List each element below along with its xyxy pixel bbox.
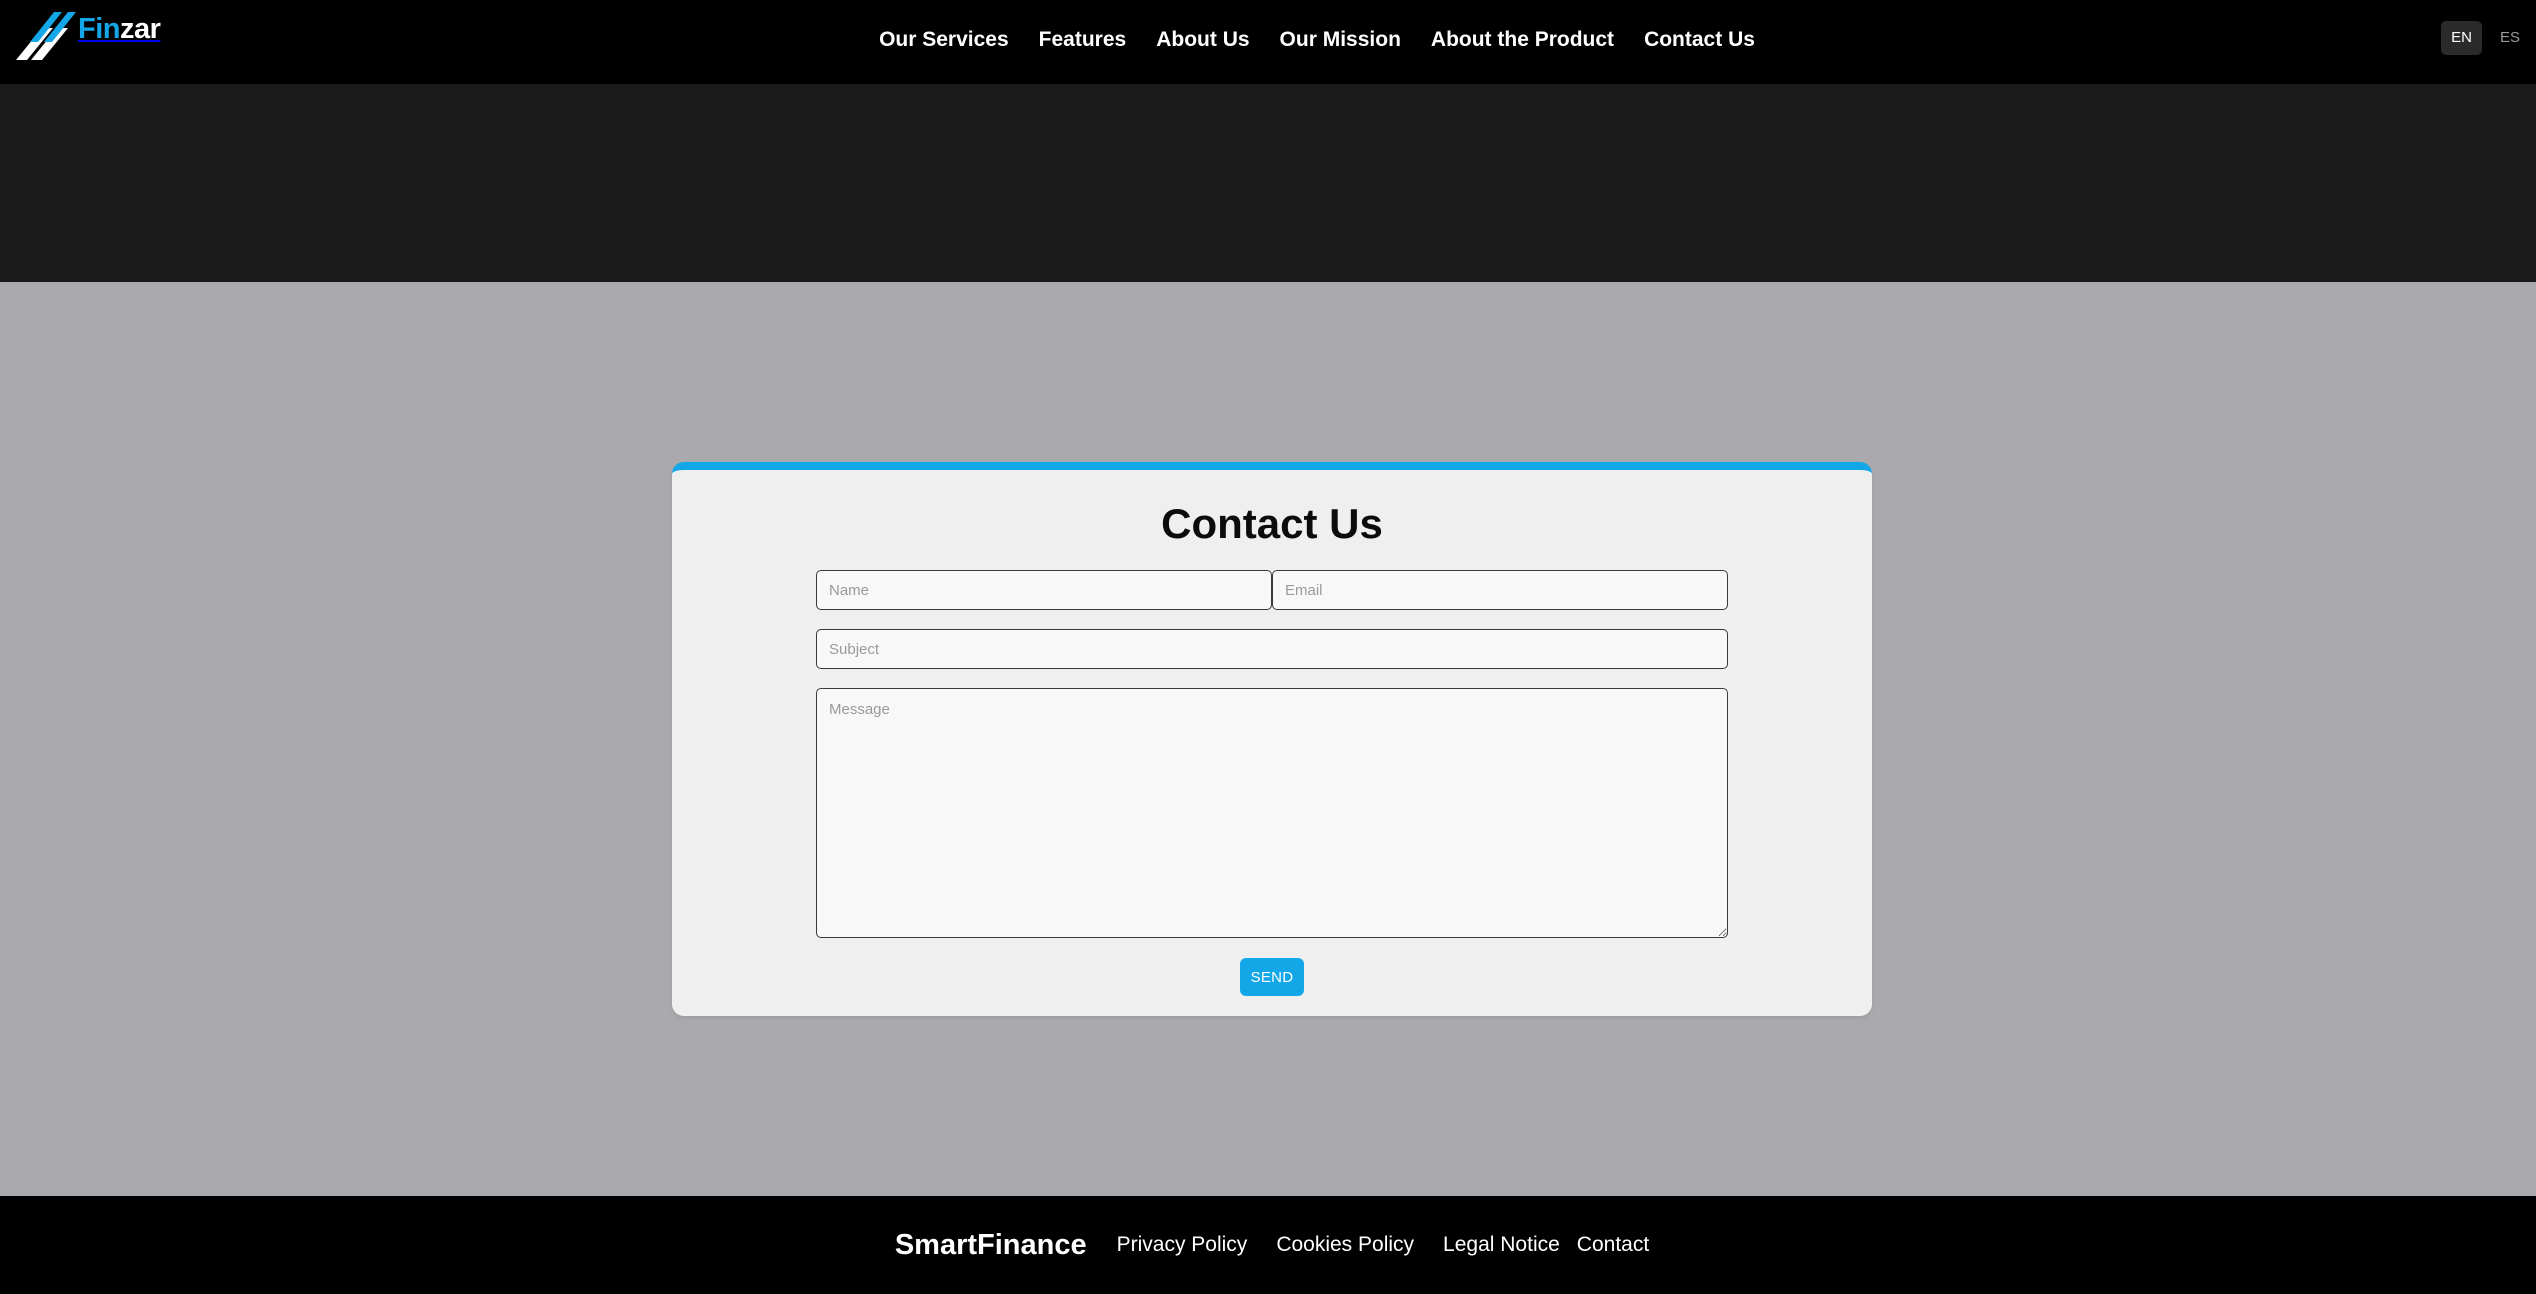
send-button[interactable]: SEND [1240,958,1304,996]
language-button-es[interactable]: ES [2490,21,2530,55]
footer-brand: SmartFinance [894,1228,1087,1261]
nav-item-our-mission[interactable]: Our Mission [1280,28,1401,52]
logo-text-fin: Fin [78,12,121,45]
nav-item-our-services[interactable]: Our Services [879,28,1009,52]
language-button-en[interactable]: EN [2441,21,2482,55]
email-input[interactable] [1272,570,1728,610]
footer-link-privacy-policy[interactable]: Privacy Policy [1117,1233,1248,1257]
contact-form-card: Contact Us SEND [672,462,1872,1016]
logo-text: Finzar [78,12,161,46]
finzar-slash-logo-icon [16,12,76,60]
footer-link-legal-notice[interactable]: Legal Notice [1443,1233,1560,1257]
nav-item-about-us[interactable]: About Us [1156,28,1249,52]
name-input[interactable] [816,570,1272,610]
footer-link-contact[interactable]: Contact [1577,1233,1649,1257]
message-textarea[interactable] [816,688,1728,938]
language-switcher: EN ES [2441,21,2530,55]
footer: SmartFinance Privacy Policy Cookies Poli… [0,1196,2536,1294]
contact-title: Contact Us [1161,500,1383,547]
subject-input[interactable] [816,629,1728,669]
footer-link-cookies-policy[interactable]: Cookies Policy [1276,1233,1414,1257]
top-navbar: Finzar Our Services Features About Us Ou… [0,0,2536,84]
logo-text-zar: zar [120,12,161,45]
main-nav: Our Services Features About Us Our Missi… [0,0,2536,80]
nav-item-features[interactable]: Features [1039,28,1127,52]
nav-item-about-the-product[interactable]: About the Product [1431,28,1614,52]
hero-banner [0,84,2536,282]
nav-item-contact-us[interactable]: Contact Us [1644,28,1755,52]
logo-link[interactable]: Finzar [14,8,161,64]
